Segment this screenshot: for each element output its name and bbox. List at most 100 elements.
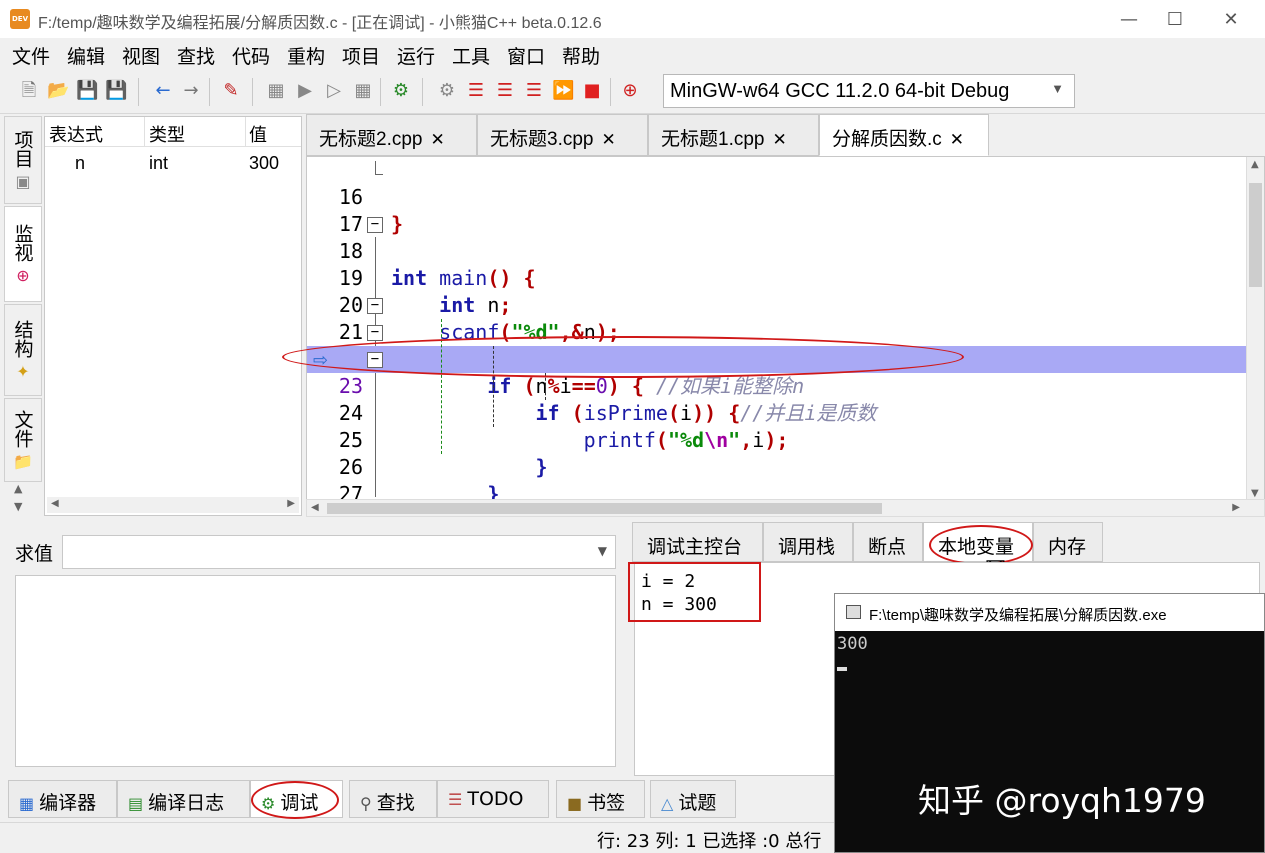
format-code-icon[interactable]: ✎ (220, 80, 242, 102)
menu-help[interactable]: 帮助 (562, 42, 600, 69)
tab-compiler[interactable]: ▦ 编译器 (8, 780, 117, 818)
menu-tools[interactable]: 工具 (452, 42, 490, 69)
close-tab-icon[interactable]: ✕ (950, 130, 964, 149)
menu-refactor[interactable]: 重构 (287, 42, 325, 69)
tab-breakpoints[interactable]: 断点 (853, 522, 923, 562)
menu-edit[interactable]: 编辑 (67, 42, 105, 69)
scroll-left-icon[interactable]: ◀ (311, 502, 319, 513)
scroll-right-icon[interactable]: ▶ (287, 498, 295, 509)
tab-compile-log[interactable]: ▤ 编译日志 (117, 780, 250, 818)
code-line[interactable]: 21 for (int i=2;i<n;i++) { (307, 292, 1247, 371)
code-editor[interactable]: 16 } 17 18 int main() { 19 int n; 20 sca… (306, 156, 1265, 500)
close-window-icon[interactable]: ✕ (1208, 4, 1254, 34)
eval-input[interactable]: ▼ (62, 535, 616, 569)
tab-find[interactable]: ⚲ 查找 (349, 780, 437, 818)
scroll-right-icon[interactable]: ▶ (1232, 502, 1240, 513)
fold-toggle-icon[interactable]: − (367, 298, 383, 314)
watch-expr[interactable]: n (75, 153, 85, 174)
column-divider[interactable] (144, 117, 145, 147)
scroll-down-icon[interactable]: ▼ (14, 500, 22, 513)
tab-untitled1[interactable]: 无标题1.cpp ✕ (648, 114, 819, 156)
minimize-icon[interactable]: — (1106, 4, 1152, 34)
continue-icon[interactable]: ⏩ (552, 80, 574, 102)
close-tab-icon[interactable]: ✕ (772, 130, 786, 149)
stop-icon[interactable]: ■ (581, 80, 603, 102)
tab-factorize[interactable]: 分解质因数.c ✕ (819, 114, 989, 156)
console-titlebar[interactable]: F:\temp\趣味数学及编程拓展\分解质因数.exe (835, 594, 1264, 631)
maximize-icon[interactable]: ☐ (1152, 4, 1198, 34)
side-tabs: 项目 ▣ 监视 ⊕ 结构 ✦ 文件 📁 ▲ ▼ (4, 116, 42, 516)
scrollbar-thumb[interactable] (327, 503, 882, 514)
scroll-up-icon[interactable]: ▲ (1251, 159, 1259, 170)
editor-vscrollbar[interactable]: ▲ ▼ (1246, 157, 1264, 499)
menu-window[interactable]: 窗口 (507, 42, 545, 69)
watch-col-expression[interactable]: 表达式 (49, 121, 103, 147)
side-tab-watch[interactable]: 监视 ⊕ (4, 206, 42, 302)
compiler-select[interactable]: MinGW-w64 GCC 11.2.0 64-bit Debug ▼ (663, 74, 1075, 108)
menu-search[interactable]: 查找 (177, 42, 215, 69)
tab-untitled2[interactable]: 无标题2.cpp ✕ (306, 114, 477, 156)
compile-icon[interactable]: ▦ (265, 80, 287, 102)
tab-label: 查找 (376, 792, 415, 814)
scroll-left-icon[interactable]: ◀ (51, 498, 59, 509)
new-file-icon[interactable]: 🗎 (18, 80, 40, 102)
code-line[interactable]: 17 (307, 184, 1247, 236)
side-tab-structure[interactable]: 结构 ✦ (4, 304, 42, 396)
add-watch-icon[interactable]: ⊕ (619, 80, 641, 102)
menu-view[interactable]: 视图 (122, 42, 160, 69)
step-out-icon[interactable]: ☰ (523, 80, 545, 102)
bug-icon[interactable]: ⚙ (436, 80, 458, 102)
chevron-down-icon[interactable]: ▼ (1051, 81, 1064, 96)
scroll-down-icon[interactable]: ▼ (1251, 488, 1259, 499)
code-line[interactable]: 19 int n; (307, 238, 1247, 317)
menu-project[interactable]: 项目 (342, 42, 380, 69)
code-line[interactable]: 26 } (307, 427, 1247, 499)
window-title: F:/temp/趣味数学及编程拓展/分解质因数.c - [正在调试] - 小熊猫… (38, 15, 602, 32)
annotation-ellipse (251, 781, 339, 819)
tab-todo[interactable]: ☰ TODO (437, 780, 549, 818)
forward-arrow-icon[interactable]: → (180, 80, 202, 102)
menu-file[interactable]: 文件 (12, 42, 50, 69)
watch-col-value[interactable]: 值 (249, 121, 267, 147)
code-line[interactable]: 24 printf("%d\n",i); (307, 373, 1247, 452)
code-line[interactable]: 27 } (307, 454, 1247, 499)
run-icon[interactable]: ▶ (294, 80, 316, 102)
side-tab-files[interactable]: 文件 📁 (4, 398, 42, 482)
step-into-icon[interactable]: ☰ (494, 80, 516, 102)
scrollbar-thumb[interactable] (1249, 183, 1262, 287)
compile-run-icon[interactable]: ▷ (323, 80, 345, 102)
code-line[interactable]: 16 } (307, 157, 1247, 236)
fold-toggle-icon[interactable]: − (367, 217, 383, 233)
close-tab-icon[interactable]: ✕ (430, 130, 444, 149)
scroll-up-icon[interactable]: ▲ (14, 482, 22, 495)
fold-toggle-icon[interactable]: − (367, 325, 383, 341)
menu-run[interactable]: 运行 (397, 42, 435, 69)
tab-problems[interactable]: △ 试题 (650, 780, 736, 818)
save-icon[interactable]: 💾 (76, 80, 98, 102)
code-line[interactable]: 20 scanf("%d",&n); (307, 265, 1247, 344)
tab-untitled3[interactable]: 无标题3.cpp ✕ (477, 114, 648, 156)
open-folder-icon[interactable]: 📂 (47, 80, 69, 102)
tab-memory[interactable]: 内存 (1033, 522, 1103, 562)
watch-hscrollbar[interactable]: ◀ ▶ (47, 497, 299, 513)
menu-code[interactable]: 代码 (232, 42, 270, 69)
code-line[interactable]: 18 int main() { (307, 211, 1247, 290)
eval-output[interactable] (15, 575, 616, 767)
code-line[interactable]: 25 } (307, 400, 1247, 479)
step-over-icon[interactable]: ☰ (465, 80, 487, 102)
save-all-icon[interactable]: 💾 (105, 80, 127, 102)
side-tab-project[interactable]: 项目 ▣ (4, 116, 42, 204)
code-line[interactable]: 28 return 0; (307, 481, 1247, 499)
debug-icon[interactable]: ⚙ (390, 80, 412, 102)
watch-col-type[interactable]: 类型 (149, 121, 185, 147)
column-divider[interactable] (245, 117, 246, 147)
tab-debug-console[interactable]: 调试主控台 (632, 522, 763, 562)
rebuild-icon[interactable]: ▦ (352, 80, 374, 102)
chevron-down-icon[interactable]: ▼ (598, 544, 607, 558)
back-arrow-icon[interactable]: ← (152, 80, 174, 102)
editor-tabs: 无标题2.cpp ✕ 无标题3.cpp ✕ 无标题1.cpp ✕ 分解质因数.c ✕ (306, 114, 1265, 156)
tab-call-stack[interactable]: 调用栈 (763, 522, 853, 562)
editor-hscrollbar[interactable]: ◀ ▶ (306, 499, 1265, 517)
close-tab-icon[interactable]: ✕ (601, 130, 615, 149)
tab-bookmarks[interactable]: ■ 书签 (556, 780, 645, 818)
